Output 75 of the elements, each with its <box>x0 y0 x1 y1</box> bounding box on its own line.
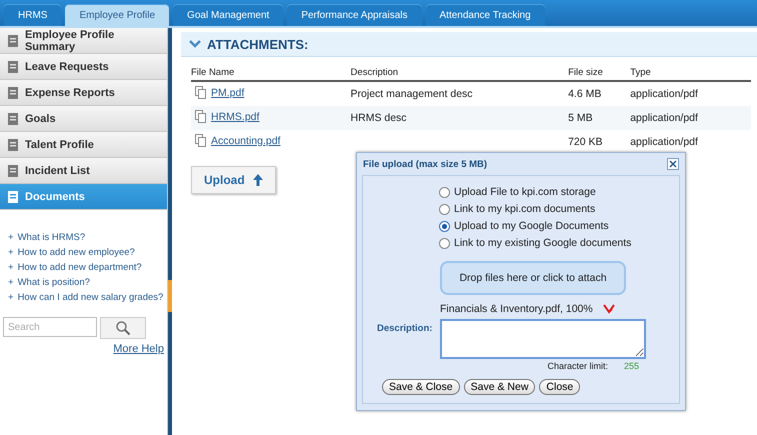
dialog-button[interactable]: Save & New <box>464 379 536 395</box>
page-icon <box>6 138 20 152</box>
page-icon <box>6 60 20 74</box>
description-field[interactable] <box>440 319 646 359</box>
collapse-handle[interactable] <box>168 280 172 312</box>
table-cell: 4.6 MB <box>568 88 602 100</box>
radio-button[interactable] <box>439 238 450 248</box>
help-link[interactable]: How to add new employee? <box>18 247 135 258</box>
bullet: + <box>8 277 14 288</box>
dialog-button[interactable]: Close <box>539 379 580 395</box>
column-header: Type <box>630 67 751 81</box>
radio-button[interactable] <box>439 204 450 214</box>
drop-zone[interactable]: Drop files here or click to attach <box>440 261 626 295</box>
column-header: File Name <box>191 67 351 81</box>
sidebar-item[interactable]: Employee Profile Summary <box>0 28 167 54</box>
close-icon <box>669 160 677 168</box>
file-link[interactable]: PM.pdf <box>211 86 244 98</box>
arrow-up-icon <box>252 174 263 186</box>
radio-option[interactable]: Link to my kpi.com documents <box>439 203 679 215</box>
upload-button[interactable]: Upload <box>191 166 276 194</box>
table-cell: Project management desc <box>350 88 473 100</box>
table-cell: 720 KB <box>568 136 603 148</box>
page-icon <box>6 164 20 178</box>
search-button[interactable] <box>100 317 146 339</box>
nav-tab[interactable]: Performance Appraisals <box>287 4 422 26</box>
page-icon <box>6 112 20 126</box>
nav-tab[interactable]: Employee Profile <box>65 4 170 26</box>
page-icon <box>6 86 20 100</box>
description-label: Description: <box>377 322 432 336</box>
radio-option[interactable]: Upload to my Google Documents <box>439 220 679 232</box>
search-field[interactable]: Search <box>3 317 97 337</box>
table-cell: HRMS desc <box>350 112 407 124</box>
search-icon <box>115 320 131 336</box>
column-header: Description <box>350 67 568 81</box>
radio-option[interactable]: Link to my existing Google documents <box>439 237 679 249</box>
sidebar-item[interactable]: Expense Reports <box>0 80 167 106</box>
close-button[interactable] <box>667 158 679 170</box>
radio-button[interactable] <box>439 220 450 232</box>
sidebar-item[interactable]: Leave Requests <box>0 54 167 80</box>
nav-tab[interactable]: Goal Management <box>173 4 284 26</box>
remove-icon[interactable] <box>602 304 615 314</box>
table-cell: application/pdf <box>630 112 698 124</box>
table-cell: application/pdf <box>630 136 698 148</box>
document-icon <box>195 134 207 147</box>
dialog-button[interactable]: Save & Close <box>382 379 460 395</box>
page-icon <box>6 190 20 204</box>
table-cell: application/pdf <box>630 88 698 100</box>
bullet: + <box>8 262 14 273</box>
section-header[interactable]: ATTACHMENTS: <box>181 32 757 57</box>
character-limit-label: Character limit: <box>547 361 608 371</box>
character-limit-value: 255 <box>624 361 639 371</box>
more-help-link[interactable]: More Help <box>113 343 164 355</box>
radio-option[interactable]: Upload File to kpi.com storage <box>439 186 679 198</box>
file-link[interactable]: HRMS.pdf <box>211 110 260 122</box>
document-icon <box>195 86 207 99</box>
table-cell: 5 MB <box>568 112 593 124</box>
bullet: + <box>8 247 14 258</box>
column-header: File size <box>568 67 630 81</box>
file-link[interactable]: Accounting.pdf <box>211 134 280 146</box>
bullet: + <box>8 292 14 303</box>
document-icon <box>195 110 207 123</box>
nav-tab[interactable]: Attendance Tracking <box>426 4 545 26</box>
help-link[interactable]: How can I add new salary grades? <box>18 292 164 303</box>
sidebar-item[interactable]: Talent Profile <box>0 132 167 158</box>
help-link[interactable]: How to add new department? <box>18 262 142 273</box>
help-link[interactable]: What is HRMS? <box>18 232 86 243</box>
nav-tab[interactable]: HRMS <box>4 4 62 26</box>
sidebar-item[interactable]: Incident List <box>0 158 167 184</box>
radio-button[interactable] <box>439 186 450 198</box>
bullet: + <box>8 232 14 243</box>
sidebar-item[interactable]: Goals <box>0 106 167 132</box>
dialog-title: File upload (max size 5 MB) <box>363 158 488 170</box>
uploaded-file-text: Financials & Inventory.pdf, 100% <box>440 303 593 315</box>
help-link[interactable]: What is position? <box>18 277 90 288</box>
page-icon <box>6 34 20 48</box>
